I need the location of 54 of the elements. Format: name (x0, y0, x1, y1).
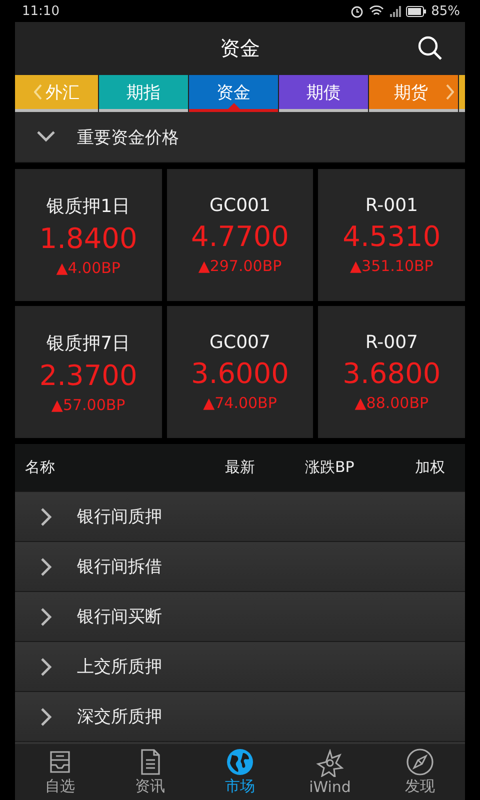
chevron-left-icon[interactable] (34, 84, 42, 100)
category-row[interactable]: 银行间买断 (15, 591, 465, 641)
rate-name: 银质押7日 (46, 332, 130, 354)
rate-change: ▲4.00BP (56, 258, 120, 276)
rate-change: ▲351.10BP (350, 257, 434, 275)
column-header: 加权 (415, 458, 445, 477)
column-header: 最新 (225, 458, 256, 477)
nav-tab[interactable]: iWind (285, 744, 375, 800)
chevron-right-icon[interactable] (446, 84, 454, 100)
rate-name: GC007 (210, 332, 270, 353)
category-row[interactable]: 银行间质押 (15, 491, 465, 541)
rate-change: ▲297.00BP (198, 257, 282, 275)
battery-icon (406, 6, 426, 16)
rate-value: 4.5310 (342, 220, 441, 253)
rate-value: 3.6800 (342, 357, 441, 390)
rate-value: 2.3700 (39, 358, 138, 392)
wifi-icon (369, 5, 384, 17)
rate-name: 银质押1日 (46, 194, 130, 218)
search-icon[interactable] (417, 35, 443, 61)
compass-icon (406, 748, 434, 776)
alarm-icon (350, 4, 364, 18)
star-icon (316, 748, 344, 776)
rate-value: 1.8400 (39, 222, 138, 254)
rate-name: R-001 (365, 195, 418, 216)
rate-name: R-007 (365, 332, 418, 353)
rate-change: ▲88.00BP (354, 394, 429, 412)
category-tab[interactable]: 资金 (189, 75, 278, 112)
rate-card[interactable]: R-007 3.6800 ▲88.00BP (318, 306, 465, 438)
nav-tab[interactable]: 资讯 (105, 744, 195, 800)
rate-name: GC001 (210, 195, 270, 216)
rate-card[interactable]: 银质押7日 2.3700 ▲57.00BP (15, 306, 162, 438)
nav-tab[interactable]: 自选 (15, 744, 105, 800)
nav-tab[interactable]: 发现 (375, 744, 465, 800)
category-row[interactable]: 上交所质押 (15, 641, 465, 691)
category-row[interactable]: 银行间拆借 (15, 541, 465, 591)
rate-change: ▲57.00BP (51, 396, 126, 414)
rate-card[interactable]: GC001 4.7700 ▲297.00BP (166, 169, 314, 301)
section-header[interactable]: 重要资金价格 (15, 112, 465, 163)
rate-value: 4.7700 (191, 220, 289, 253)
battery-level: 85% (431, 4, 460, 18)
category-row[interactable]: 深交所质押 (15, 691, 465, 741)
column-header: 涨跌BP (305, 458, 356, 477)
rate-change: ▲74.00BP (203, 394, 277, 412)
rate-card[interactable]: GC007 3.6000 ▲74.00BP (166, 306, 314, 438)
column-header: 名称 (25, 458, 56, 477)
status-time: 11:10 (22, 4, 60, 18)
rate-value: 3.6000 (191, 357, 289, 390)
rate-card[interactable]: R-001 4.5310 ▲351.10BP (318, 169, 465, 301)
category-tab[interactable]: 期债 (279, 75, 368, 112)
rate-card[interactable]: 银质押1日 1.8400 ▲4.00BP (15, 169, 162, 301)
signal-icon (389, 5, 402, 17)
page-title: 资金 (220, 35, 260, 62)
nav-tab[interactable]: 市场 (195, 744, 285, 800)
globe-icon (226, 748, 254, 776)
